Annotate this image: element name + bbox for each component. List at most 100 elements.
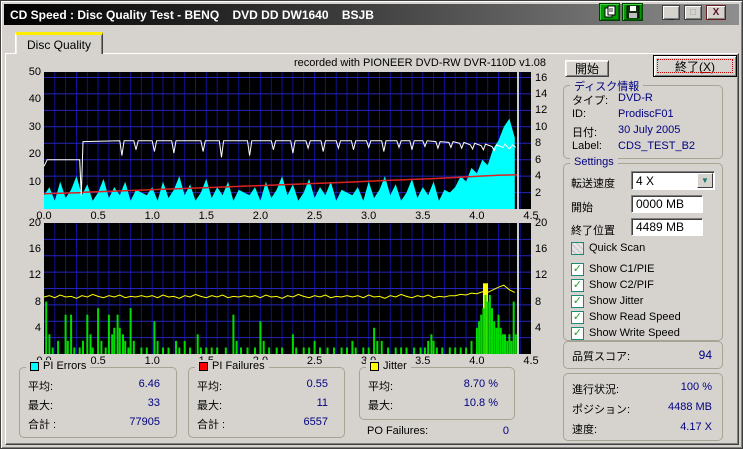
y-tick-label: 10	[535, 120, 548, 133]
x-tick-label: 3.0	[361, 210, 377, 222]
y-tick-label: 2	[535, 186, 542, 199]
po-failures-value: 0	[502, 425, 509, 437]
y-tick-label: 6	[535, 153, 542, 166]
pi-errors-chart	[44, 72, 531, 209]
y-tick-label: 16	[535, 71, 548, 84]
disc-info-value: 30 July 2005	[618, 124, 681, 136]
x-tick-label: 4.5	[523, 355, 539, 367]
exit-button[interactable]: 終了(X)	[653, 55, 737, 77]
pi-errors-legend-icon	[30, 361, 39, 371]
close-button[interactable]: X	[706, 5, 726, 20]
x-tick-label: 2.5	[306, 355, 323, 367]
jitter-stats-label: Jitter	[383, 360, 407, 372]
disc-info-label: タイプ:	[572, 95, 609, 107]
pi-failures-legend-icon	[199, 361, 208, 371]
exit-button-label: 終了(X)	[674, 59, 715, 74]
y-tick-label: 4	[535, 321, 542, 334]
checkbox-show-read-speed[interactable]: ✓ Show Read Speed	[571, 309, 719, 325]
disc-info-row: Label: CDS_TEST_B2	[572, 140, 714, 156]
progress-row: 速度: 4.17 X	[572, 421, 712, 437]
stat-value: 77905	[129, 416, 160, 428]
top-chart-left-axis: 50 40 30 20 10	[17, 66, 41, 209]
bottom-chart-left-axis: 20 16 12 8 4	[17, 217, 41, 354]
speed-select-value: 4 X	[636, 173, 655, 188]
copy-icon[interactable]	[599, 3, 620, 21]
disc-info-label: 日付:	[572, 127, 598, 139]
tab-disc-quality[interactable]: Disc Quality	[15, 32, 103, 54]
start-position-label: 開始	[571, 202, 593, 214]
stat-label: 合計 :	[197, 419, 226, 431]
x-tick-label: 0.5	[90, 210, 106, 222]
stat-value: 11	[316, 397, 328, 409]
tab-label: Disc Quality	[26, 37, 91, 52]
settings-title: Settings	[570, 156, 618, 168]
y-tick-label: 14	[535, 87, 548, 100]
pi-errors-stats-label: PI Errors	[43, 360, 87, 372]
speed-select[interactable]: 4 X ▼	[631, 171, 715, 190]
disc-info-box: ディスク情報 タイプ: DVD-R ID: ProdiscF01 日付: 30 Jul…	[563, 78, 723, 159]
checkbox-label: Show Read Speed	[589, 311, 681, 323]
x-tick-label: 2.5	[306, 210, 323, 222]
checkbox-quick-scan[interactable]: Quick Scan	[571, 240, 719, 256]
disc-info-value: DVD-R	[618, 92, 653, 104]
checkbox-label: Show Jitter	[589, 295, 644, 307]
progress-value: 100 %	[680, 381, 712, 393]
x-tick-label: 4.0	[469, 210, 485, 222]
checkbox-show-c2-pif[interactable]: ✓ Show C2/PIF	[571, 277, 719, 293]
stat-label: 合計 :	[28, 419, 57, 431]
jitter-stats-box: Jitter 平均: 8.70 % 最大: 10.8 %	[359, 360, 515, 420]
jitter-stats-title: Jitter	[366, 360, 411, 372]
disc-info-row: ID: ProdiscF01	[572, 108, 714, 124]
close-icon: X	[712, 6, 720, 18]
pi-failures-chart	[44, 223, 531, 354]
pi-errors-stats-box: PI Errors 平均: 6.46 最大: 33 合計 : 77905	[19, 360, 177, 438]
y-tick-label: 4	[535, 170, 542, 183]
jitter-legend-icon	[370, 361, 379, 371]
start-button[interactable]: 開始	[565, 60, 609, 77]
save-icon-glyph	[626, 5, 639, 19]
checkbox-label: Show Write Speed	[589, 327, 680, 339]
chevron-down-icon[interactable]: ▼	[697, 173, 713, 188]
y-tick-label: 20	[28, 217, 41, 229]
minimize-button[interactable]: _	[662, 5, 680, 20]
stat-row: 合計 : 6557	[197, 416, 328, 432]
save-icon[interactable]	[622, 3, 643, 21]
progress-label: 進行状況:	[572, 384, 620, 396]
y-tick-label: 20	[28, 148, 41, 161]
y-tick-label: 12	[535, 269, 548, 282]
speed-select-label: 転送速度	[571, 178, 615, 190]
minimize-icon: _	[668, 9, 674, 21]
quality-score-row: 品質スコア: 94	[572, 348, 712, 364]
checkbox-checked-icon[interactable]: ✓	[571, 310, 584, 324]
pi-failures-stats-box: PI Failures 平均: 0.55 最大: 11 合計 : 6557	[188, 360, 345, 438]
quality-score-value: 94	[698, 348, 712, 362]
checkbox-show-c1-pie[interactable]: ✓ Show C1/PIE	[571, 261, 719, 277]
checkbox-checked-icon[interactable]: ✓	[571, 278, 584, 292]
pi-failures-stats-title: PI Failures	[195, 360, 269, 372]
end-position-input[interactable]: 4489 MB	[631, 218, 703, 236]
checkbox-checked-icon[interactable]: ✓	[571, 326, 584, 340]
checkbox-show-jitter[interactable]: ✓ Show Jitter	[571, 293, 719, 309]
stat-row: 合計 : 77905	[28, 416, 160, 432]
y-tick-label: 12	[535, 104, 548, 117]
po-failures-label: PO Failures:	[367, 425, 429, 437]
stat-value: 10.8 %	[463, 397, 498, 409]
stat-label: 平均:	[197, 381, 223, 393]
y-tick-label: 30	[28, 120, 41, 133]
start-position-input[interactable]: 0000 MB	[631, 195, 703, 213]
y-tick-label: 8	[535, 295, 542, 308]
checkbox-show-write-speed[interactable]: ✓ Show Write Speed	[571, 325, 719, 341]
pi-errors-stats-title: PI Errors	[26, 360, 91, 372]
stat-value: 6557	[303, 416, 328, 428]
checkbox-checked-icon[interactable]: ✓	[571, 294, 584, 308]
pi-failures-stats-label: PI Failures	[212, 360, 265, 372]
checkbox-unchecked-icon[interactable]	[571, 241, 584, 255]
progress-row: ポジション: 4488 MB	[572, 401, 712, 417]
y-tick-label: 20	[535, 217, 548, 229]
disc-info-row: タイプ: DVD-R	[572, 92, 714, 108]
progress-label: ポジション:	[572, 404, 631, 416]
window-title: CD Speed : Disc Quality Test - BENQ DVD …	[10, 7, 374, 22]
checkbox-label: Show C1/PIE	[589, 263, 655, 275]
checkbox-checked-icon[interactable]: ✓	[571, 262, 584, 276]
maximize-button[interactable]: □	[684, 5, 702, 20]
